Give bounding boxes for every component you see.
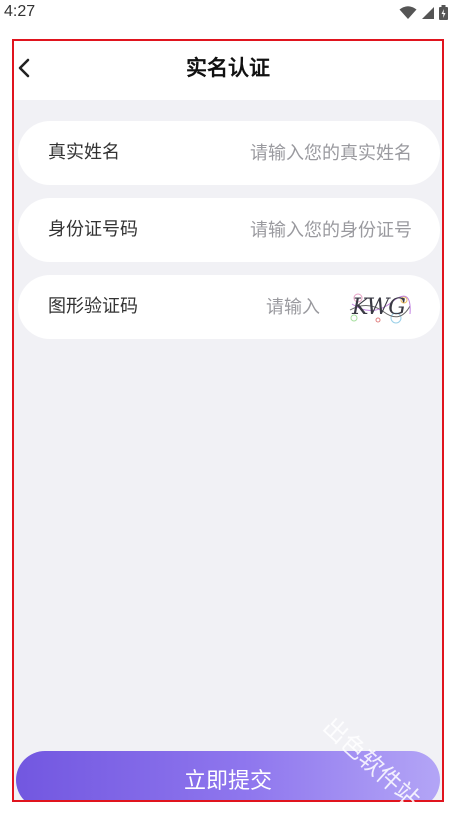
id-number-row: 身份证号码	[18, 198, 440, 262]
captcha-label: 图形验证码	[48, 296, 138, 317]
status-bar: 4:27	[0, 0, 458, 26]
page-title: 实名认证	[186, 56, 270, 80]
screen-frame: 实名认证 真实姓名 身份证号码 图形验证码 KWG 立即提交	[12, 39, 444, 802]
status-icons	[399, 5, 448, 20]
captcha-input[interactable]	[198, 287, 320, 327]
wifi-icon	[399, 5, 417, 19]
captcha-row: 图形验证码 KWG	[18, 275, 440, 339]
real-name-input[interactable]	[168, 133, 412, 173]
real-name-label: 真实姓名	[48, 142, 120, 163]
battery-icon	[439, 5, 448, 20]
id-number-label: 身份证号码	[48, 219, 138, 240]
id-number-input[interactable]	[178, 210, 412, 250]
captcha-image[interactable]: KWG	[348, 292, 412, 324]
status-time: 4:27	[4, 3, 36, 20]
submit-button[interactable]: 立即提交	[16, 751, 440, 800]
captcha-text: KWG	[352, 295, 406, 320]
real-name-row: 真实姓名	[18, 121, 440, 185]
cellular-signal-icon	[422, 6, 434, 19]
nav-bar: 实名认证	[14, 41, 442, 100]
